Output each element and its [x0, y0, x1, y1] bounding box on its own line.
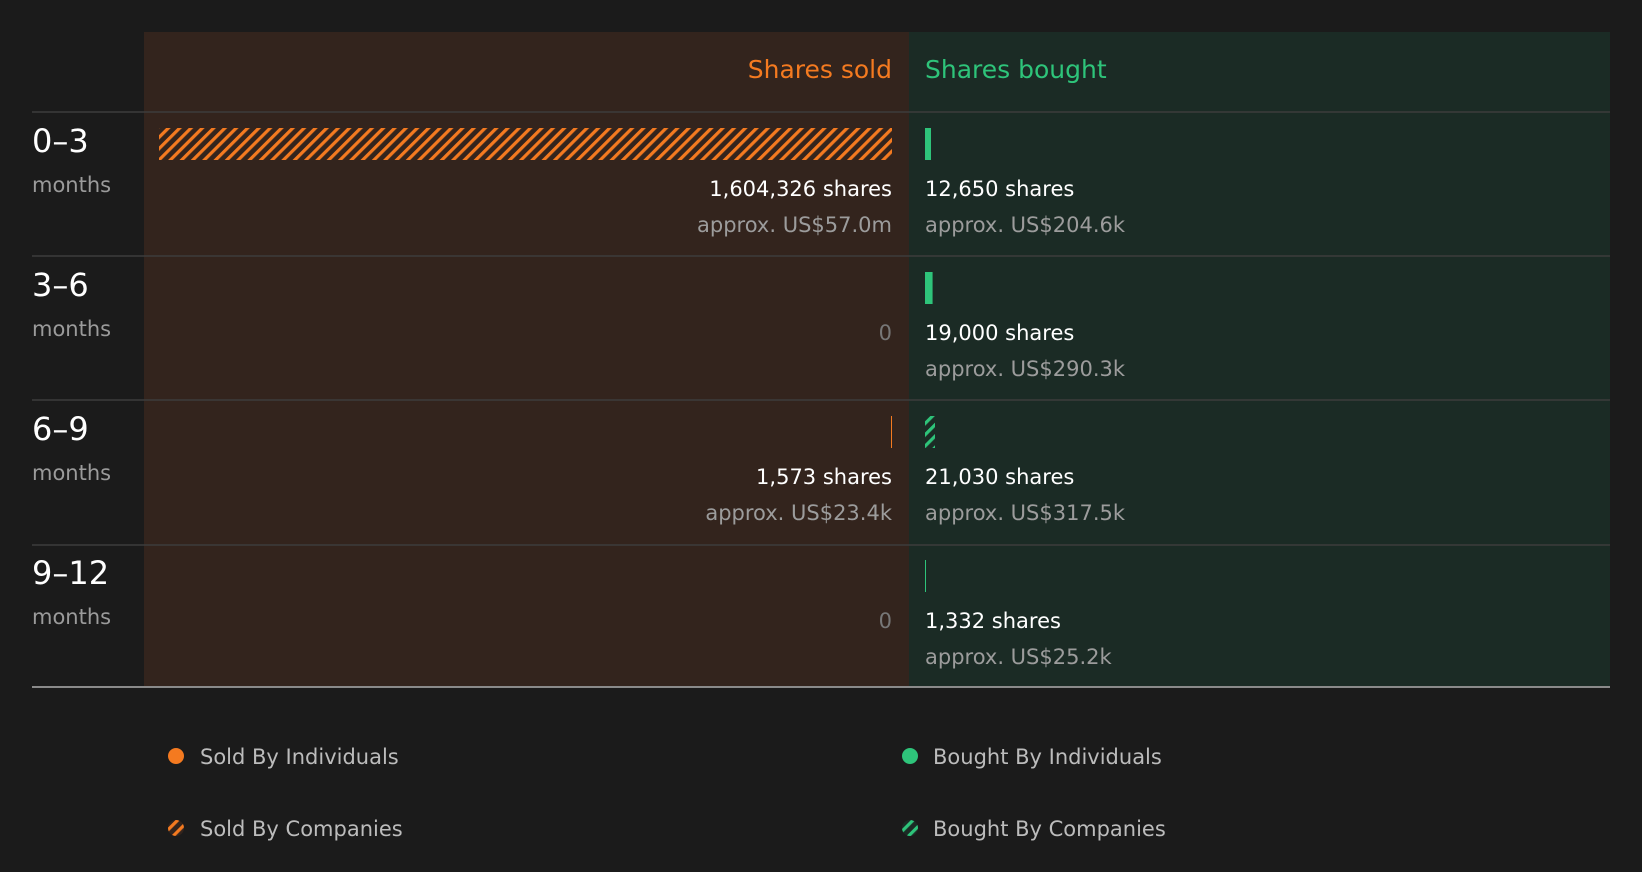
sold-shares-label: 1,604,326 shares [709, 177, 892, 201]
legend-item-sold-by-individuals: Sold By Individuals [168, 745, 399, 769]
bought-bar [925, 128, 931, 160]
bought-shares-label: 12,650 shares [925, 177, 1074, 201]
legend-label: Sold By Individuals [200, 745, 399, 769]
legend-label: Bought By Companies [933, 817, 1166, 841]
header-shares-sold: Shares sold [748, 55, 892, 84]
sold-bar [159, 128, 892, 160]
legend-swatch-hatched [168, 820, 184, 836]
bought-value-label: approx. US$317.5k [925, 501, 1126, 525]
period-unit: months [32, 605, 111, 629]
period-range: 9–12 [32, 554, 109, 592]
bought-shares-label: 21,030 shares [925, 465, 1074, 489]
legend-label: Bought By Individuals [933, 745, 1162, 769]
bought-value-label: approx. US$290.3k [925, 357, 1126, 381]
bought-shares-label: 19,000 shares [925, 321, 1074, 345]
period-range: 6–9 [32, 410, 89, 448]
header-shares-bought: Shares bought [925, 55, 1107, 84]
legend-item-bought-by-individuals: Bought By Individuals [902, 745, 1162, 769]
legend: Sold By Individuals Bought By Individual… [168, 745, 1166, 841]
bought-value-label: approx. US$25.2k [925, 645, 1113, 669]
legend-label: Sold By Companies [200, 817, 403, 841]
sold-zero-label: 0 [879, 321, 892, 345]
sold-shares-label: 1,573 shares [756, 465, 892, 489]
bought-bar [925, 416, 935, 448]
period-range: 0–3 [32, 122, 89, 160]
bought-shares-label: 1,332 shares [925, 609, 1061, 633]
legend-swatch-solid [902, 748, 918, 764]
legend-item-sold-by-companies: Sold By Companies [168, 817, 403, 841]
period-unit: months [32, 173, 111, 197]
legend-item-bought-by-companies: Bought By Companies [902, 817, 1166, 841]
bought-value-label: approx. US$204.6k [925, 213, 1126, 237]
sold-bar [891, 416, 892, 448]
period-unit: months [32, 461, 111, 485]
insider-trading-chart: Shares sold Shares bought 0–3 months 1,6… [32, 32, 1610, 841]
sold-value-label: approx. US$23.4k [705, 501, 893, 525]
legend-swatch-solid [168, 748, 184, 764]
sold-zero-label: 0 [879, 609, 892, 633]
sold-value-label: approx. US$57.0m [697, 213, 892, 237]
period-unit: months [32, 317, 111, 341]
bought-bar [925, 272, 933, 304]
period-range: 3–6 [32, 266, 89, 304]
legend-swatch-hatched [902, 820, 918, 836]
bought-bar [925, 560, 926, 592]
